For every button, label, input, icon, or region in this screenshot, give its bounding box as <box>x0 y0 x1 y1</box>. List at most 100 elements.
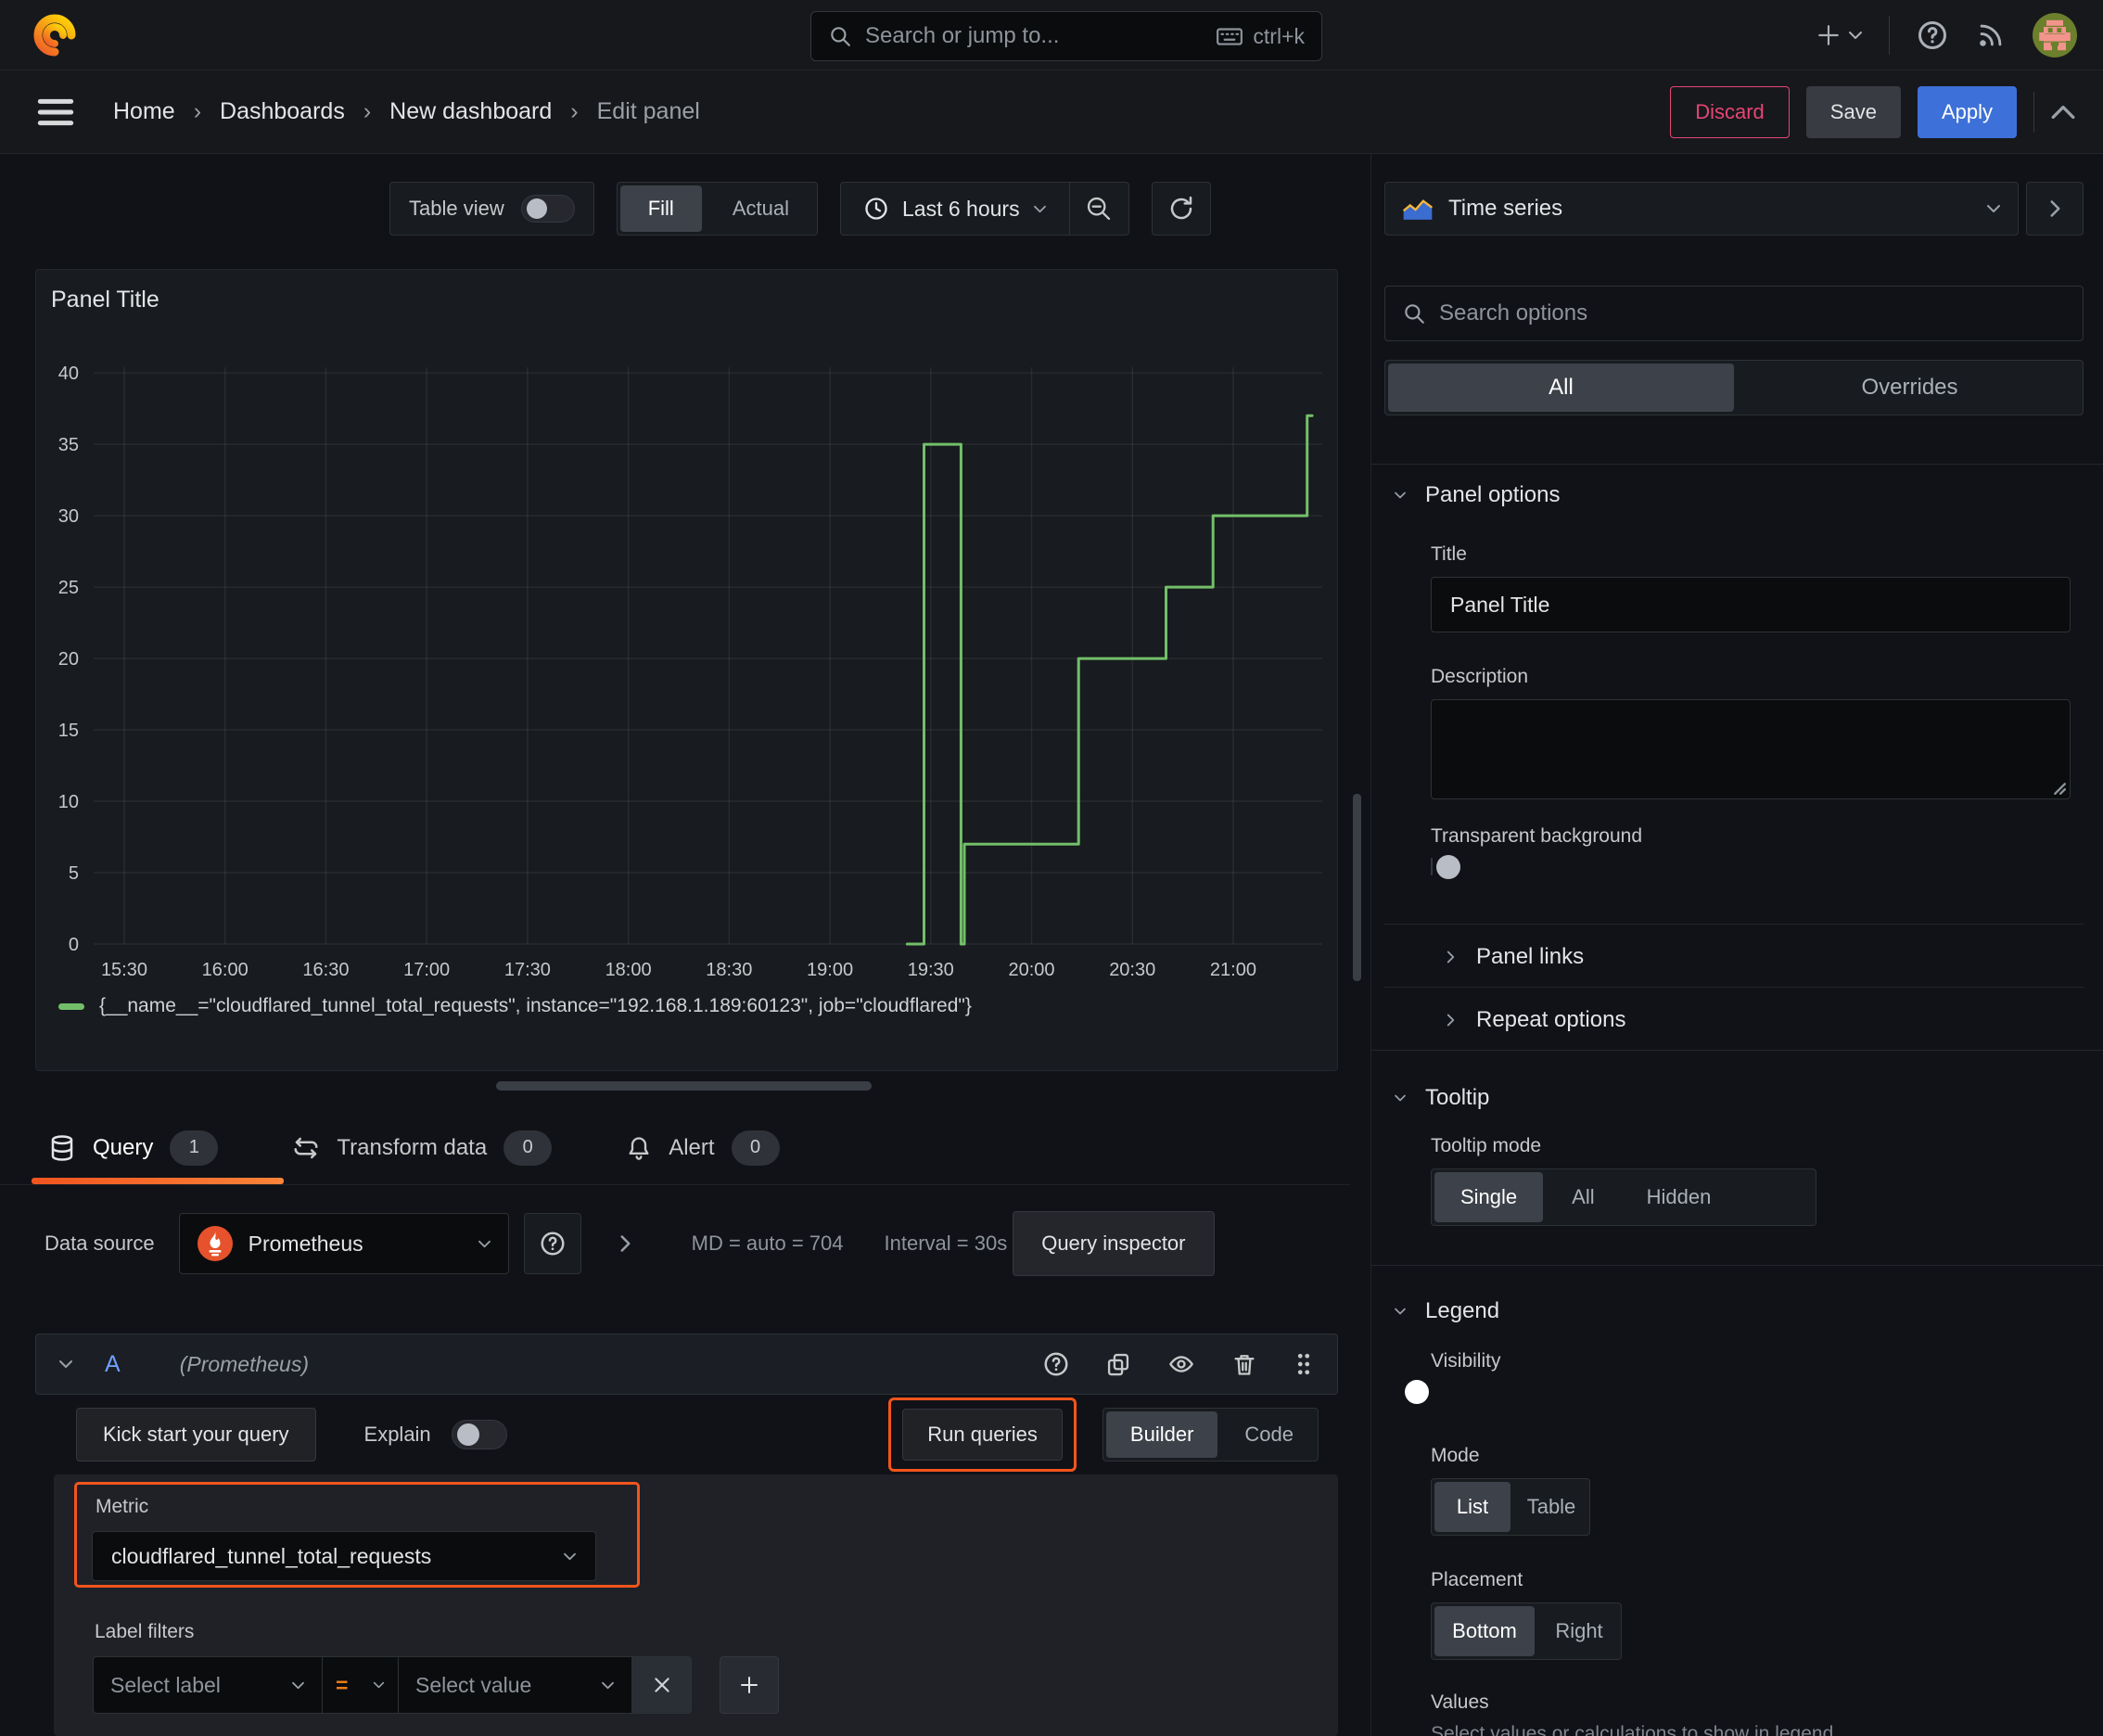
legend-header[interactable]: Legend <box>1394 1283 1499 1339</box>
chevron-down-icon <box>1394 491 1407 500</box>
metric-label: Metric <box>96 1496 149 1517</box>
tooltip-mode-label: Tooltip mode <box>1431 1135 1542 1156</box>
chevron-down-icon <box>373 1680 385 1690</box>
legend-swatch[interactable] <box>58 1002 84 1010</box>
refresh-button[interactable] <box>1151 182 1211 236</box>
save-button[interactable]: Save <box>1805 85 1901 138</box>
grafana-logo-icon[interactable] <box>30 10 80 60</box>
viz-picker[interactable]: Time series <box>1384 182 2019 236</box>
query-row-header[interactable]: A (Prometheus) <box>35 1334 1338 1395</box>
tooltip-header[interactable]: Tooltip <box>1394 1070 1489 1126</box>
add-filter-button[interactable] <box>720 1656 779 1714</box>
svg-text:19:30: 19:30 <box>908 960 954 980</box>
breadcrumb-home[interactable]: Home <box>113 98 175 125</box>
fill-option[interactable]: Fill <box>619 185 702 232</box>
drag-handle-icon[interactable] <box>1293 1350 1315 1378</box>
svg-text:18:00: 18:00 <box>605 960 652 980</box>
collapse-query-icon[interactable] <box>58 1359 73 1370</box>
query-inspector-button[interactable]: Query inspector <box>1013 1211 1215 1276</box>
global-search[interactable]: Search or jump to... ctrl+k <box>810 11 1322 61</box>
remove-filter-button[interactable] <box>632 1656 692 1714</box>
operator-dropdown[interactable]: = <box>323 1656 399 1714</box>
breadcrumb-new-dashboard[interactable]: New dashboard <box>389 98 552 125</box>
panel-title[interactable]: Panel Title <box>51 287 159 313</box>
query-help-icon[interactable] <box>1042 1350 1070 1378</box>
add-new-button[interactable] <box>1816 23 1863 47</box>
time-range-group: Last 6 hours <box>839 182 1129 236</box>
menu-toggle-icon[interactable] <box>37 96 74 128</box>
placement-right[interactable]: Right <box>1537 1603 1621 1659</box>
actual-option[interactable]: Actual <box>705 183 817 235</box>
panel-links-header[interactable]: Panel links <box>1446 935 1584 979</box>
legend-mode-table[interactable]: Table <box>1513 1479 1589 1535</box>
discard-button[interactable]: Discard <box>1670 85 1790 138</box>
help-icon[interactable] <box>1916 19 1949 52</box>
tab-alert-count: 0 <box>731 1130 780 1166</box>
prometheus-icon <box>197 1225 234 1262</box>
tooltip-mode-single[interactable]: Single <box>1434 1172 1544 1222</box>
tooltip-mode-hidden[interactable]: Hidden <box>1621 1169 1738 1225</box>
tab-alert[interactable]: Alert 0 <box>626 1130 780 1166</box>
tooltip-title: Tooltip <box>1425 1085 1490 1110</box>
tab-overrides[interactable]: Overrides <box>1737 361 2083 415</box>
repeat-options-header[interactable]: Repeat options <box>1446 998 1625 1042</box>
builder-option[interactable]: Builder <box>1105 1411 1218 1458</box>
breadcrumb-dashboards[interactable]: Dashboards <box>220 98 345 125</box>
legend-placement-segment: Bottom Right <box>1431 1602 1622 1660</box>
chevron-down-icon <box>563 1551 577 1562</box>
time-range-picker[interactable]: Last 6 hours <box>841 183 1069 235</box>
user-avatar[interactable] <box>2033 12 2077 57</box>
transparent-bg-toggle[interactable] <box>1431 854 1460 879</box>
breadcrumb-separator-icon: › <box>193 98 202 124</box>
collapse-header-icon[interactable] <box>2051 104 2075 121</box>
max-data-points-stat: MD = auto = 704 <box>691 1232 844 1255</box>
query-ref-id[interactable]: A <box>105 1351 121 1378</box>
tab-transform[interactable]: Transform data 0 <box>292 1130 553 1166</box>
tab-alert-label: Alert <box>669 1134 715 1160</box>
splitter-handle[interactable] <box>496 1081 872 1091</box>
datasource-help-button[interactable] <box>523 1213 581 1274</box>
remove-query-trash-icon[interactable] <box>1231 1351 1257 1377</box>
news-rss-icon[interactable] <box>1975 19 2007 51</box>
placement-label: Placement <box>1431 1569 1523 1590</box>
svg-text:15: 15 <box>58 721 79 741</box>
run-queries-button[interactable]: Run queries <box>902 1409 1063 1461</box>
zoom-out-button[interactable] <box>1068 183 1128 235</box>
tab-all[interactable]: All <box>1388 364 1734 412</box>
values-label: Values <box>1431 1691 1489 1713</box>
collapse-pane-button[interactable] <box>2026 182 2084 236</box>
placement-bottom[interactable]: Bottom <box>1434 1606 1535 1656</box>
vertical-scrollbar[interactable] <box>1353 794 1361 981</box>
legend-mode-list[interactable]: List <box>1434 1482 1510 1532</box>
table-view-control: Table view <box>389 182 594 236</box>
apply-button[interactable]: Apply <box>1917 85 2017 138</box>
timeseries-chart[interactable]: 15:30 16:00 16:30 17:00 17:30 18:00 18:30 19:00… <box>47 353 1345 1002</box>
chevron-down-icon <box>1394 1093 1407 1103</box>
topbar-divider <box>1889 15 1890 55</box>
select-label-dropdown[interactable]: Select label <box>93 1656 323 1714</box>
legend-series-name[interactable]: {__name__="cloudflared_tunnel_total_requ… <box>99 995 972 1017</box>
select-value-dropdown[interactable]: Select value <box>399 1656 632 1714</box>
svg-text:0: 0 <box>69 935 79 955</box>
expand-options-icon[interactable] <box>618 1233 632 1254</box>
panel-title-input[interactable]: Panel Title <box>1431 577 2071 632</box>
kick-start-button[interactable]: Kick start your query <box>76 1408 316 1462</box>
explain-toggle[interactable] <box>451 1420 507 1449</box>
options-search[interactable]: Search options <box>1384 286 2084 341</box>
description-textarea[interactable] <box>1431 699 2071 799</box>
tooltip-mode-all[interactable]: All <box>1546 1169 1620 1225</box>
metric-select[interactable]: cloudflared_tunnel_total_requests <box>92 1531 596 1581</box>
panel-options-header[interactable]: Panel options <box>1394 467 1560 523</box>
duplicate-query-icon[interactable] <box>1105 1351 1131 1377</box>
description-label: Description <box>1431 666 1529 687</box>
chevron-down-icon <box>1033 204 1047 214</box>
breadcrumb-separator-icon: › <box>363 98 372 124</box>
run-queries-highlight: Run queries <box>888 1398 1077 1472</box>
query-toolbar-row: Kick start your query Explain Run querie… <box>76 1398 1319 1472</box>
legend-title: Legend <box>1425 1298 1500 1323</box>
tab-query[interactable]: Query 1 <box>32 1111 284 1184</box>
table-view-toggle[interactable] <box>520 195 575 223</box>
datasource-picker[interactable]: Prometheus <box>178 1213 509 1274</box>
hide-response-eye-icon[interactable] <box>1166 1351 1196 1377</box>
code-option[interactable]: Code <box>1220 1409 1318 1461</box>
